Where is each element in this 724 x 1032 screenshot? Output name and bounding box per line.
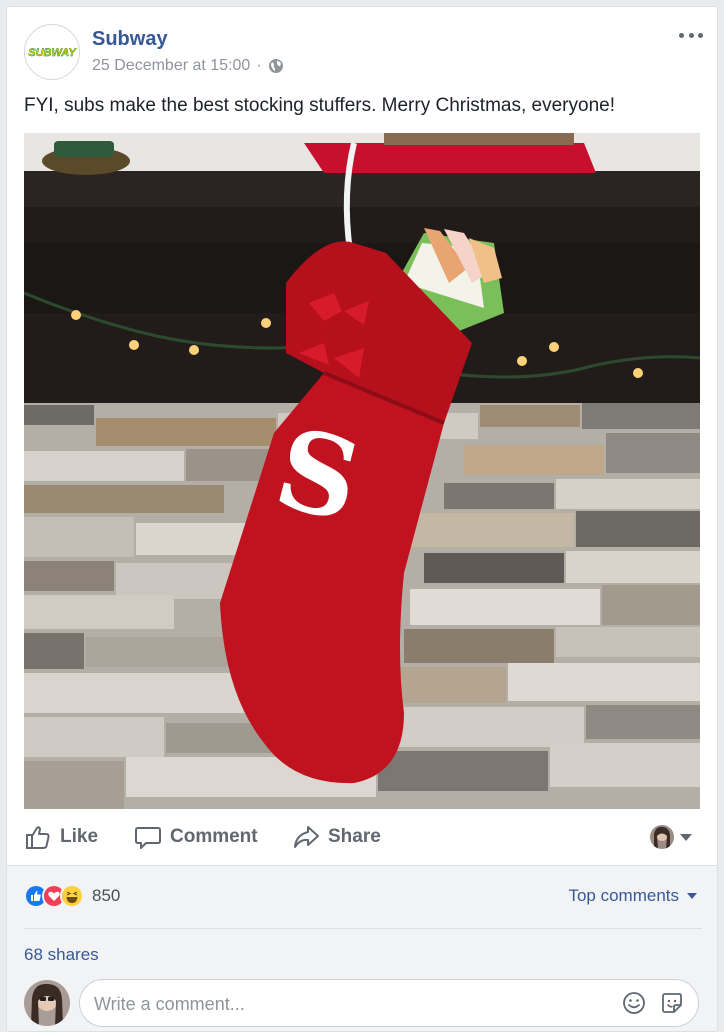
- haha-reaction-icon: [60, 884, 84, 908]
- comment-composer: [79, 979, 699, 1027]
- post-photo[interactable]: S: [24, 133, 700, 809]
- post-as-selector[interactable]: [650, 825, 692, 849]
- more-options-icon[interactable]: [679, 29, 703, 41]
- comment-sort-label: Top comments: [568, 886, 679, 905]
- reactions-summary[interactable]: 850: [24, 884, 120, 908]
- share-button[interactable]: Share: [292, 823, 381, 851]
- comment-input[interactable]: [94, 992, 574, 1016]
- reaction-count: 850: [92, 886, 121, 905]
- page-name-link[interactable]: Subway: [92, 28, 168, 51]
- post-meta: 25 December at 15:00 ·: [92, 57, 284, 75]
- post-card: SUBWAY Subway 25 December at 15:00 · FYI…: [6, 6, 718, 1032]
- share-label: Share: [328, 826, 381, 847]
- like-button[interactable]: Like: [24, 823, 98, 851]
- sticker-icon[interactable]: [660, 991, 684, 1015]
- divider: [24, 928, 702, 929]
- post-message: FYI, subs make the best stocking stuffer…: [24, 95, 615, 116]
- page-avatar[interactable]: SUBWAY: [24, 24, 80, 80]
- like-label: Like: [60, 826, 99, 847]
- user-avatar-small: [650, 825, 674, 849]
- logo-lettering: SUBWAY: [28, 47, 77, 59]
- meta-separator: ·: [256, 57, 262, 74]
- post-timestamp[interactable]: 25 December at 15:00: [92, 57, 250, 75]
- commenter-avatar[interactable]: [24, 980, 70, 1026]
- thumbs-up-icon: [26, 826, 50, 849]
- action-bar: Like Comment Share: [24, 815, 700, 861]
- caret-down-icon: [687, 893, 697, 899]
- globe-icon: [268, 59, 283, 73]
- comment-button[interactable]: Comment: [134, 823, 258, 851]
- shares-link[interactable]: 68 shares: [24, 945, 99, 965]
- chevron-down-icon: [680, 833, 692, 841]
- engagement-section: 850 Top comments 68 shares: [7, 865, 717, 1031]
- comment-label: Comment: [170, 826, 258, 847]
- stocking-photo: S: [24, 133, 700, 809]
- share-arrow-icon: [294, 826, 319, 848]
- emoji-icon[interactable]: [622, 991, 646, 1015]
- comment-bubble-icon: [135, 827, 161, 849]
- subway-logo: SUBWAY: [28, 47, 77, 59]
- comment-sort-dropdown[interactable]: Top comments: [568, 886, 697, 906]
